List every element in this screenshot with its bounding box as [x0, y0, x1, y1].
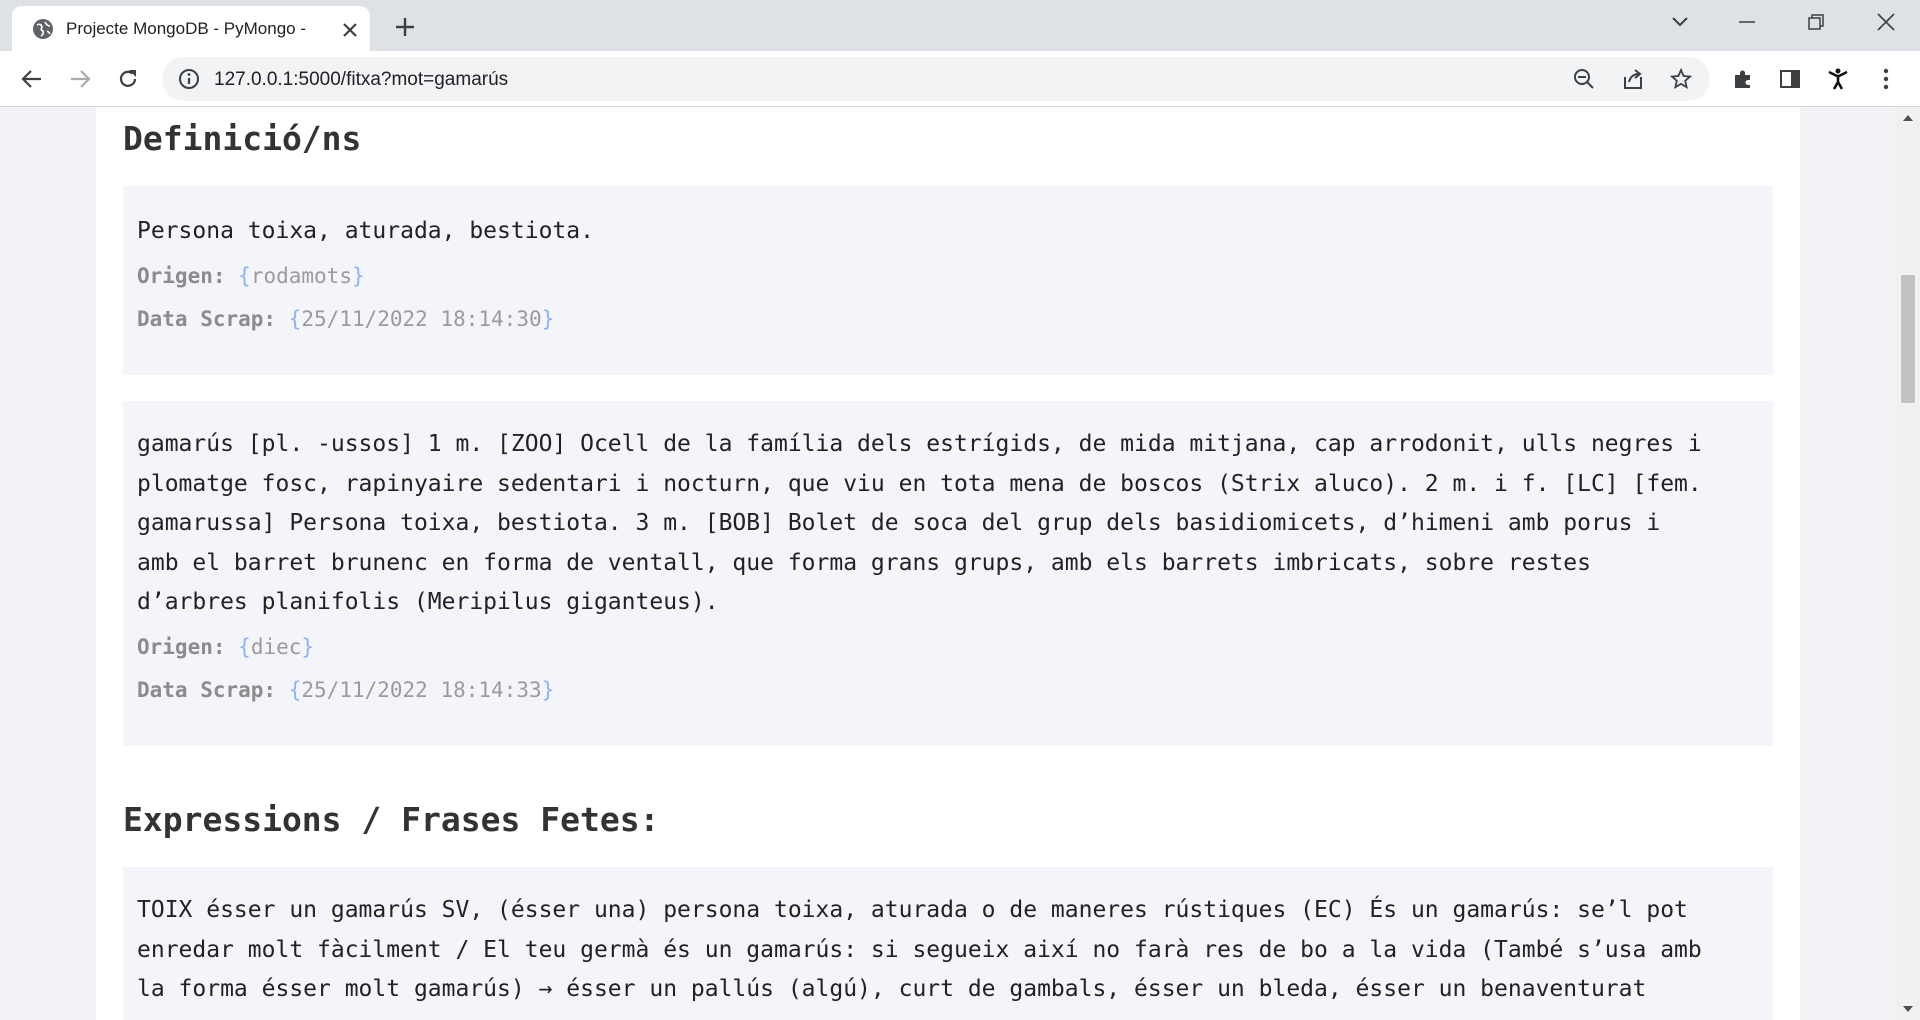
minimize-icon[interactable]	[1717, 0, 1777, 44]
brace-close: }	[541, 678, 555, 702]
date-value: 25/11/2022 18:14:33	[301, 678, 542, 702]
brace-open: {	[238, 635, 251, 659]
brace-open: {	[288, 678, 302, 702]
brace-open: {	[288, 307, 302, 331]
browser-tab[interactable]: Projecte MongoDB - PyMongo -	[12, 6, 370, 51]
back-arrow-icon[interactable]	[15, 62, 49, 96]
origin-label: Origen:	[137, 635, 226, 659]
puzzle-icon[interactable]	[1729, 65, 1757, 93]
expression-line: la forma ésser molt gamarús) → ésser un …	[137, 976, 1647, 1002]
restore-icon[interactable]	[1786, 0, 1846, 44]
definition-line: amb el barret brunenc en forma de vental…	[137, 549, 1591, 576]
scrollbar-thumb[interactable]	[1901, 275, 1915, 403]
date-line: Data Scrap: {25/11/2022 18:14:30}	[137, 307, 554, 331]
brace-open: {	[238, 264, 251, 288]
browser-toolbar: 127.0.0.1:5000/fitxa?mot=gamarús	[0, 51, 1920, 107]
star-icon[interactable]	[1669, 67, 1693, 91]
side-panel-icon[interactable]	[1776, 65, 1804, 93]
origin-label: Origen:	[137, 264, 226, 288]
vertical-scrollbar[interactable]	[1896, 107, 1920, 1020]
close-icon[interactable]	[338, 18, 362, 42]
page-viewport: Definició/ns Persona toixa, aturada, bes…	[0, 107, 1896, 1020]
definition-card: gamarús [pl. -ussos] 1 m. [ZOO] Ocell de…	[123, 401, 1773, 746]
brace-close: }	[541, 307, 555, 331]
forward-arrow-icon[interactable]	[63, 62, 97, 96]
date-label: Data Scrap:	[137, 678, 277, 702]
scroll-down-arrow-icon[interactable]	[1896, 998, 1920, 1020]
definition-line: gamarussa] Persona toixa, bestiota. 3 m.…	[137, 510, 1661, 536]
share-icon[interactable]	[1621, 67, 1645, 91]
date-line: Data Scrap: {25/11/2022 18:14:33}	[137, 678, 554, 702]
expressions-text: TOIX ésser un gamarús SV, (ésser una) pe…	[137, 891, 1759, 1010]
origin-value: rodamots	[250, 264, 352, 288]
definitions-heading: Definició/ns	[123, 119, 362, 158]
expressions-card: TOIX ésser un gamarús SV, (ésser una) pe…	[123, 867, 1773, 1020]
definition-text: gamarús [pl. -ussos] 1 m. [ZOO] Ocell de…	[137, 425, 1759, 623]
date-value: 25/11/2022 18:14:30	[301, 307, 542, 331]
expressions-heading: Expressions / Frases Fetes:	[123, 800, 660, 839]
close-window-icon[interactable]	[1856, 0, 1916, 44]
date-label: Data Scrap:	[137, 307, 277, 331]
definition-card: Persona toixa, aturada, bestiota. Origen…	[123, 186, 1773, 375]
definition-line: plomatge fosc, rapinyaire sedentari i no…	[137, 470, 1702, 497]
tab-strip: Projecte MongoDB - PyMongo -	[0, 0, 1920, 51]
chevron-down-icon[interactable]	[1650, 0, 1710, 44]
brace-close: }	[301, 635, 315, 659]
brace-close: }	[351, 264, 365, 288]
definition-text: Persona toixa, aturada, bestiota.	[137, 218, 594, 244]
origin-line: Origen: {rodamots}	[137, 264, 365, 288]
profile-icon[interactable]	[1824, 65, 1852, 93]
tab-title: Projecte MongoDB - PyMongo -	[66, 19, 306, 38]
definition-line: gamarús [pl. -ussos] 1 m. [ZOO] Ocell de…	[137, 431, 1702, 457]
origin-value: diec	[250, 635, 302, 659]
globe-icon	[33, 19, 53, 39]
expression-line: enredar molt fàcilment / El teu germà és…	[137, 936, 1702, 963]
scroll-up-arrow-icon[interactable]	[1896, 107, 1920, 129]
info-icon[interactable]	[178, 68, 200, 90]
address-bar[interactable]: 127.0.0.1:5000/fitxa?mot=gamarús	[162, 57, 1710, 101]
zoom-out-icon[interactable]	[1572, 67, 1596, 91]
kebab-menu-icon[interactable]	[1872, 65, 1900, 93]
definition-line: d’arbres planifolis (Meripilus giganteus…	[137, 589, 719, 615]
reload-icon[interactable]	[111, 62, 145, 96]
content-panel: Definició/ns Persona toixa, aturada, bes…	[96, 107, 1800, 1020]
plus-icon[interactable]	[390, 12, 420, 42]
expression-line: TOIX ésser un gamarús SV, (ésser una) pe…	[137, 897, 1688, 923]
origin-line: Origen: {diec}	[137, 635, 314, 659]
url-text: 127.0.0.1:5000/fitxa?mot=gamarús	[214, 69, 509, 90]
